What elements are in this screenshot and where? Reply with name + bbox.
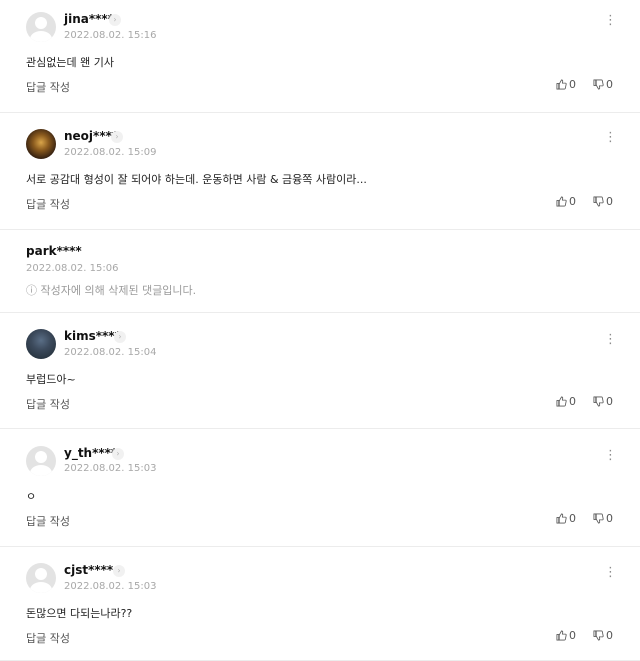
comment-item: cjst**** › 2022.08.02. 15:03 ⋮ 돈많으면 다되는나… [0,547,640,661]
comment-item: neoj**** › 2022.08.02. 15:09 ⋮ 서로 공감대 형성… [0,113,640,230]
more-options-icon[interactable]: ⋮ [604,131,617,144]
like-count: 0 [569,78,576,91]
more-options-icon[interactable]: ⋮ [604,333,617,346]
info-icon: ⓘ [26,284,37,297]
profile-photo[interactable] [26,129,56,159]
like-count: 0 [569,195,576,208]
like-button[interactable]: 0 [556,78,576,91]
dislike-button[interactable]: 0 [593,512,613,525]
like-count: 0 [569,395,576,408]
like-button[interactable]: 0 [556,629,576,642]
thumbs-down-icon [593,396,604,407]
default-avatar-icon[interactable] [26,446,56,476]
dislike-count: 0 [606,395,613,408]
comment-text: 관심없는데 왠 기사 [26,56,114,69]
reply-button[interactable]: 답글 작성 [26,630,70,646]
more-options-icon[interactable]: ⋮ [604,566,617,579]
default-avatar-icon[interactable] [26,12,56,42]
reply-button[interactable]: 답글 작성 [26,396,70,412]
comment-text: 돈많으면 다되는나라?? [26,607,133,620]
deleted-notice-text: 작성자에 의해 삭제된 댓글입니다. [40,284,197,297]
reply-button[interactable]: 답글 작성 [26,196,70,212]
comment-username[interactable]: y_th**** [64,446,117,460]
comment-text: 부럽드아~ [26,373,76,386]
dislike-button[interactable]: 0 [593,629,613,642]
more-options-icon[interactable]: ⋮ [604,14,617,27]
dislike-count: 0 [606,629,613,642]
dislike-count: 0 [606,512,613,525]
thumbs-up-icon [556,396,567,407]
thumbs-down-icon [593,630,604,641]
more-options-icon[interactable]: ⋮ [604,449,617,462]
like-button[interactable]: 0 [556,512,576,525]
deleted-notice: ⓘ 작성자에 의해 삭제된 댓글입니다. [26,282,196,298]
dislike-button[interactable]: 0 [593,395,613,408]
dislike-button[interactable]: 0 [593,195,613,208]
like-count: 0 [569,629,576,642]
comment-item: jina**** › 2022.08.02. 15:16 ⋮ 관심없는데 왠 기… [0,0,640,113]
chevron-right-icon[interactable]: › [109,14,121,26]
dislike-count: 0 [606,195,613,208]
comment-username[interactable]: kims**** [64,329,121,343]
thumbs-up-icon [556,79,567,90]
comment-timestamp: 2022.08.02. 15:03 [64,463,157,474]
like-count: 0 [569,512,576,525]
reply-button[interactable]: 답글 작성 [26,513,70,529]
reply-button[interactable]: 답글 작성 [26,79,70,95]
chevron-right-icon[interactable]: › [113,565,125,577]
dislike-button[interactable]: 0 [593,78,613,91]
comment-text: 서로 공감대 형성이 잘 되어야 하는데. 운동하면 사람 & 금융쪽 사람이라… [26,173,367,186]
thumbs-up-icon [556,196,567,207]
thumbs-up-icon [556,630,567,641]
comment-item: kims**** › 2022.08.02. 15:04 ⋮ 부럽드아~ 답글 … [0,313,640,429]
comment-item-deleted: park**** 2022.08.02. 15:06 ⓘ 작성자에 의해 삭제된… [0,230,640,313]
comment-username[interactable]: park**** [26,244,82,258]
dislike-count: 0 [606,78,613,91]
thumbs-down-icon [593,513,604,524]
comment-timestamp: 2022.08.02. 15:03 [64,581,157,592]
comment-username[interactable]: cjst**** [64,563,113,577]
thumbs-down-icon [593,79,604,90]
comment-timestamp: 2022.08.02. 15:06 [26,263,119,274]
chevron-right-icon[interactable]: › [111,131,123,143]
like-button[interactable]: 0 [556,195,576,208]
comment-username[interactable]: jina**** [64,12,114,26]
comment-text: ㅇ [26,490,37,503]
comment-timestamp: 2022.08.02. 15:04 [64,347,157,358]
profile-photo[interactable] [26,329,56,359]
thumbs-up-icon [556,513,567,524]
like-button[interactable]: 0 [556,395,576,408]
thumbs-down-icon [593,196,604,207]
comment-timestamp: 2022.08.02. 15:09 [64,147,157,158]
comment-item: y_th**** › 2022.08.02. 15:03 ⋮ ㅇ 답글 작성 0… [0,429,640,547]
comment-timestamp: 2022.08.02. 15:16 [64,30,157,41]
default-avatar-icon[interactable] [26,563,56,593]
chevron-right-icon[interactable]: › [114,331,126,343]
chevron-right-icon[interactable]: › [112,448,124,460]
